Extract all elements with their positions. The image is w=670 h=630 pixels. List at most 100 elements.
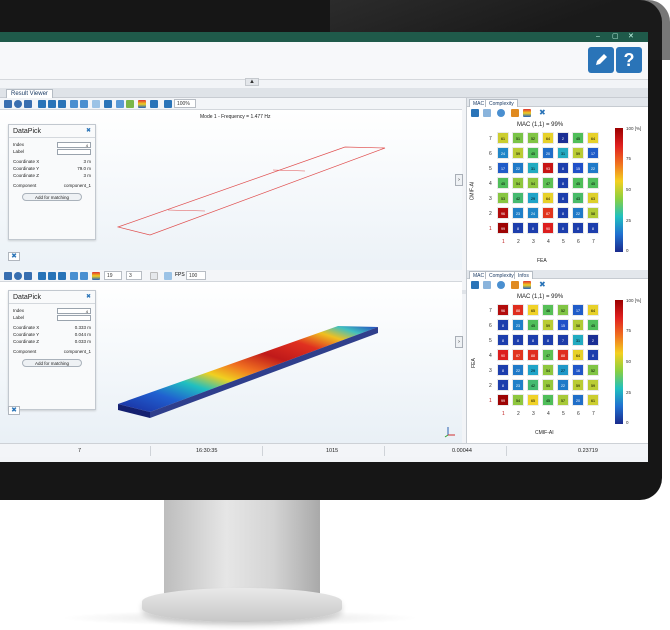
mac-cell[interactable]: 46 [542,304,554,316]
mac-cell[interactable]: 90 [497,349,509,361]
mac-cell[interactable]: 65 [527,304,539,316]
mac-cell[interactable]: 8 [557,177,569,189]
mac-cell[interactable]: 8 [557,192,569,204]
close-icon[interactable]: ✖ [539,281,547,289]
mac-cell[interactable]: 54 [542,364,554,376]
pan-icon[interactable] [80,272,88,280]
copy-icon[interactable] [58,100,66,108]
mac-cell[interactable]: 59 [512,147,524,159]
colormap-icon[interactable] [92,272,100,280]
mac-cell[interactable]: 55 [542,379,554,391]
play-icon[interactable] [14,272,22,280]
mac-cell[interactable]: 47 [542,177,554,189]
mac-cell[interactable]: 96 [497,304,509,316]
mac-cell[interactable]: 54 [512,394,524,406]
add-for-matching-button[interactable]: Add for matching [22,193,82,201]
mac-cell[interactable]: 8 [587,349,599,361]
mac-cell[interactable]: 24 [497,147,509,159]
last-frame-icon[interactable] [24,272,32,280]
mac-cell[interactable]: 53 [497,192,509,204]
tab-infos[interactable]: Infos [514,271,533,279]
deformed-icon[interactable] [48,100,56,108]
mac-cell[interactable]: 90 [542,222,554,234]
rotate-icon[interactable] [70,272,78,280]
mac-cell[interactable]: 59 [587,379,599,391]
mac-cell[interactable]: 29 [527,192,539,204]
last-frame-icon[interactable] [24,100,32,108]
image-icon[interactable] [511,109,519,117]
close-icon[interactable]: ✖ [86,293,91,300]
mac-cell[interactable]: 47 [542,349,554,361]
save-icon[interactable] [471,281,479,289]
loop-icon[interactable] [150,272,158,280]
export-icon[interactable] [483,281,491,289]
mac-cell[interactable]: 65 [527,394,539,406]
mac-cell[interactable]: 31 [527,162,539,174]
mac-cell[interactable]: 64 [542,192,554,204]
tab-complexity[interactable]: Complexity [485,99,518,107]
mac-cell[interactable]: 57 [557,394,569,406]
mac-cell[interactable]: 45 [527,319,539,331]
zoom-select[interactable]: 100% [174,99,196,108]
mac-cell[interactable]: 93 [542,162,554,174]
mac-cell[interactable]: 58 [587,207,599,219]
mac-cell[interactable]: 29 [527,364,539,376]
mac-cell[interactable]: 45 [572,177,584,189]
select-icon[interactable] [92,100,100,108]
mac-cell[interactable]: 45 [497,177,509,189]
mac-cell[interactable]: 59 [572,379,584,391]
mac-cell[interactable]: 88 [512,304,524,316]
mac-cell[interactable]: 64 [542,132,554,144]
mac-cell[interactable]: 52 [527,132,539,144]
mac-cell[interactable]: 17 [572,304,584,316]
view-icon[interactable] [150,100,158,108]
mac-cell[interactable]: 45 [527,147,539,159]
bottom-3d-viewport[interactable]: DataPick ✖ Index 4 Label Coordinate X 0.333… [0,282,463,443]
mac-cell[interactable]: 16 [572,364,584,376]
mac-cell[interactable]: 61 [587,394,599,406]
mesh-icon[interactable] [38,272,46,280]
rotate-icon[interactable] [70,100,78,108]
mac-cell[interactable]: 8 [527,334,539,346]
mac-cell[interactable]: 59 [572,147,584,159]
mac-cell[interactable]: 27 [557,364,569,376]
copy-icon[interactable] [58,272,66,280]
help-button[interactable]: ? [616,47,642,73]
tab-complexity[interactable]: Complexity [485,271,518,279]
mac-cell[interactable]: 8 [572,222,584,234]
first-frame-icon[interactable] [4,272,12,280]
grid-icon[interactable] [104,100,112,108]
target-icon[interactable] [497,281,505,289]
mac-cell[interactable]: 17 [587,147,599,159]
mac-cell[interactable]: 64 [587,132,599,144]
image-icon[interactable] [511,281,519,289]
target-icon[interactable] [497,109,505,117]
mac-cell[interactable]: 63 [587,192,599,204]
mac-cell[interactable]: 52 [557,304,569,316]
mac-cell[interactable]: 15 [572,162,584,174]
mac-cell[interactable]: 45 [587,319,599,331]
minimize-button[interactable]: – [596,32,600,42]
mac-cell[interactable]: 24 [527,207,539,219]
legend-icon[interactable] [126,100,134,108]
save-icon[interactable] [471,109,479,117]
first-frame-icon[interactable] [4,100,12,108]
speed-icon[interactable] [164,272,172,280]
mac-cell[interactable]: 8 [557,207,569,219]
mac-cell[interactable]: 58 [572,319,584,331]
close-icon[interactable]: ✖ [539,109,547,117]
mac-cell[interactable]: 31 [557,147,569,159]
maximize-button[interactable]: ▢ [612,32,619,42]
mac-cell[interactable]: 45 [542,394,554,406]
mac-cell[interactable]: 23 [512,379,524,391]
mac-cell[interactable]: 23 [512,319,524,331]
export-icon[interactable] [483,109,491,117]
mac-cell[interactable]: 2 [557,132,569,144]
mac-cell[interactable]: 8 [497,364,509,376]
mac-cell[interactable]: 99 [497,222,509,234]
fps-select[interactable]: 100 [186,271,206,280]
delete-icon[interactable]: ✖ [8,406,20,415]
tab-result-viewer[interactable]: Result Viewer [6,89,53,98]
mac-cell[interactable]: 54 [527,177,539,189]
mac-cell[interactable]: 61 [497,132,509,144]
